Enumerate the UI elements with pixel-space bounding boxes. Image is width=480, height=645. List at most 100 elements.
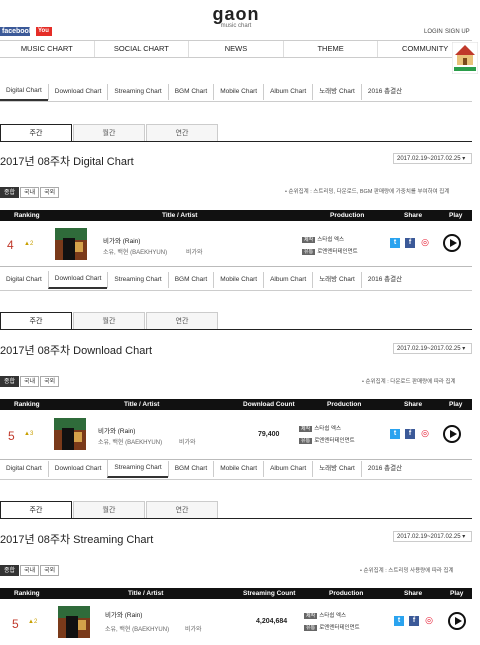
week-select[interactable]: 2017.02.19~2017.02.25 ▾ — [393, 531, 472, 542]
download-count: 79,400 — [258, 431, 280, 438]
ranking-note: • 순위집계 : 다운로드 판매량에 따라 집계 — [362, 379, 456, 385]
facebook-share-icon[interactable]: f — [405, 429, 415, 439]
region-filter: 종합 국내 국외 — [0, 376, 60, 387]
facebook-button[interactable]: facebook — [0, 27, 33, 36]
login-link[interactable]: LOGIN — [424, 29, 443, 35]
signup-link[interactable]: SIGN UP — [445, 29, 470, 35]
region-domestic[interactable]: 국내 — [20, 187, 40, 198]
tab-2016-annual[interactable]: 2016 총결산 — [360, 84, 408, 100]
tab-album-chart[interactable]: Album Chart — [263, 84, 312, 100]
nav-theme[interactable]: THEME — [282, 41, 378, 57]
producer-tag: 제작 — [304, 613, 318, 619]
tab-bgm-chart[interactable]: BGM Chart — [167, 461, 214, 477]
play-button-icon[interactable] — [443, 234, 461, 252]
tab-digital-chart[interactable]: Digital Chart — [0, 83, 48, 101]
region-all[interactable]: 종합 — [0, 187, 20, 198]
album-cover[interactable] — [58, 606, 90, 638]
song-album[interactable]: 비가와 — [185, 624, 202, 633]
period-monthly[interactable]: 월간 — [73, 312, 145, 330]
region-all[interactable]: 종합 — [0, 376, 20, 387]
tab-digital-chart[interactable]: Digital Chart — [0, 461, 48, 477]
gaon-logo[interactable]: gaon music chart — [206, 5, 266, 32]
period-tabs: 주간 월간 연간 — [0, 124, 219, 142]
tab-digital-chart[interactable]: Digital Chart — [0, 272, 48, 288]
producer-name: 스타쉽 엑스 — [317, 237, 345, 243]
region-foreign[interactable]: 국외 — [40, 376, 60, 387]
period-weekly[interactable]: 주간 — [0, 312, 72, 330]
producer: 제작 스타쉽 엑스 — [304, 611, 346, 619]
tab-karaoke-chart[interactable]: 노래방 Chart — [312, 84, 361, 100]
table-header: Ranking Title / Artist Streaming Count P… — [0, 588, 472, 599]
col-ranking: Ranking — [14, 401, 40, 408]
period-tabs: 주간 월간 연간 — [0, 501, 219, 519]
nav-social-chart[interactable]: SOCIAL CHART — [93, 41, 189, 57]
region-domestic[interactable]: 국내 — [20, 565, 40, 576]
song-artist[interactable]: 소유, 백현 (BAEKHYUN) — [105, 624, 169, 633]
weibo-share-icon[interactable]: ◎ — [420, 237, 430, 247]
period-weekly[interactable]: 주간 — [0, 501, 72, 519]
song-title[interactable]: 비가와 (Rain) — [98, 425, 135, 435]
song-title[interactable]: 비가와 (Rain) — [105, 609, 142, 619]
divider — [0, 101, 472, 102]
tab-streaming-chart[interactable]: Streaming Chart — [107, 272, 167, 288]
producer-tag: 제작 — [302, 237, 316, 243]
period-yearly[interactable]: 연간 — [146, 501, 218, 519]
house-badge-icon[interactable] — [451, 41, 479, 75]
nav-music-chart[interactable]: MUSIC CHART — [0, 41, 94, 57]
producer-tag: 제작 — [299, 426, 313, 432]
tab-streaming-chart[interactable]: Streaming Chart — [107, 460, 168, 478]
twitter-share-icon[interactable]: t — [390, 429, 400, 439]
youtube-button[interactable]: You Tube — [36, 27, 52, 43]
region-foreign[interactable]: 국외 — [40, 565, 60, 576]
tab-download-chart[interactable]: Download Chart — [47, 461, 108, 477]
nav-news[interactable]: NEWS — [188, 41, 283, 57]
chart-tabs: Digital Chart Download Chart Streaming C… — [0, 83, 408, 101]
facebook-share-icon[interactable]: f — [409, 616, 419, 626]
col-play: Play — [449, 212, 463, 219]
period-weekly[interactable]: 주간 — [0, 124, 72, 142]
week-select[interactable]: 2017.02.19~2017.02.25 ▾ — [393, 343, 472, 354]
period-monthly[interactable]: 월간 — [73, 124, 145, 142]
tab-bgm-chart[interactable]: BGM Chart — [167, 272, 214, 288]
streaming-count: 4,204,684 — [256, 618, 288, 625]
distributor: 유통 로엔엔터테인먼트 — [302, 247, 358, 255]
play-button-icon[interactable] — [448, 612, 466, 630]
region-all[interactable]: 종합 — [0, 565, 20, 576]
tab-download-chart[interactable]: Download Chart — [47, 271, 108, 289]
song-album[interactable]: 비가와 — [179, 437, 196, 446]
tab-2016-annual[interactable]: 2016 총결산 — [360, 461, 408, 477]
song-artist[interactable]: 소유, 백현 (BAEKHYUN) — [98, 437, 162, 446]
tab-mobile-chart[interactable]: Mobile Chart — [213, 272, 263, 288]
song-artist[interactable]: 소유, 백현 (BAEKHYUN) — [103, 247, 167, 256]
tab-album-chart[interactable]: Album Chart — [263, 461, 312, 477]
col-title-artist: Title / Artist — [124, 401, 160, 408]
region-foreign[interactable]: 국외 — [40, 187, 60, 198]
producer-name: 스타쉽 엑스 — [319, 613, 347, 619]
weibo-share-icon[interactable]: ◎ — [420, 428, 430, 438]
period-yearly[interactable]: 연간 — [146, 312, 218, 330]
period-monthly[interactable]: 월간 — [73, 501, 145, 519]
facebook-share-icon[interactable]: f — [405, 238, 415, 248]
tab-download-chart[interactable]: Download Chart — [47, 84, 108, 100]
tab-karaoke-chart[interactable]: 노래방 Chart — [312, 461, 361, 477]
tab-mobile-chart[interactable]: Mobile Chart — [213, 461, 263, 477]
song-title[interactable]: 비가와 (Rain) — [103, 235, 140, 245]
album-cover[interactable] — [54, 418, 86, 450]
period-yearly[interactable]: 연간 — [146, 124, 218, 142]
play-button-icon[interactable] — [443, 425, 461, 443]
tab-album-chart[interactable]: Album Chart — [263, 272, 312, 288]
twitter-share-icon[interactable]: t — [390, 238, 400, 248]
tab-2016-annual[interactable]: 2016 총결산 — [360, 272, 408, 288]
week-select[interactable]: 2017.02.19~2017.02.25 ▾ — [393, 153, 472, 164]
twitter-share-icon[interactable]: t — [394, 616, 404, 626]
tab-bgm-chart[interactable]: BGM Chart — [167, 84, 214, 100]
tab-karaoke-chart[interactable]: 노래방 Chart — [312, 272, 361, 288]
region-domestic[interactable]: 국내 — [20, 376, 40, 387]
table-row: 4 ▲2 비가와 (Rain) 소유, 백현 (BAEKHYUN) 비가와 제작… — [0, 221, 472, 267]
weibo-share-icon[interactable]: ◎ — [424, 615, 434, 625]
tab-mobile-chart[interactable]: Mobile Chart — [213, 84, 263, 100]
tab-streaming-chart[interactable]: Streaming Chart — [107, 84, 167, 100]
rank-number: 4 — [7, 238, 14, 252]
album-cover[interactable] — [55, 228, 87, 260]
song-album[interactable]: 비가와 — [186, 247, 203, 256]
